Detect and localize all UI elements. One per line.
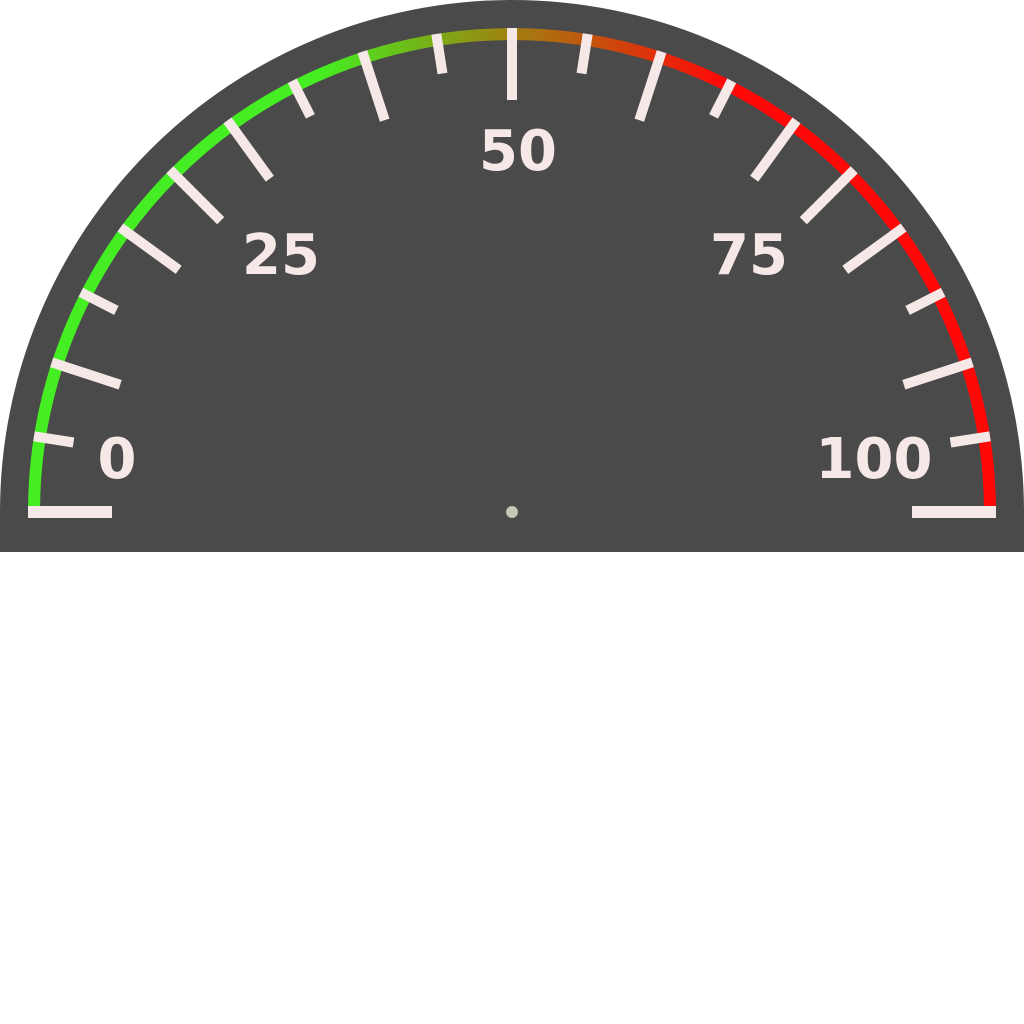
scale-tick-95 bbox=[949, 431, 991, 448]
needle-pivot-icon bbox=[506, 506, 518, 518]
scale-label-0: 0 bbox=[98, 427, 137, 492]
scale-label-50: 50 bbox=[479, 119, 557, 184]
gauge-widget: 0 25 50 75 100 bbox=[0, 0, 1024, 1024]
scale-label-25: 25 bbox=[242, 223, 320, 288]
scale-tick-55 bbox=[576, 33, 593, 75]
scale-label-75: 75 bbox=[710, 223, 788, 288]
scale-label-100: 100 bbox=[816, 427, 933, 492]
scale-tick-5 bbox=[33, 431, 75, 448]
scale-tick-45 bbox=[431, 33, 448, 75]
gauge-svg: 0 25 50 75 100 bbox=[0, 0, 1024, 552]
